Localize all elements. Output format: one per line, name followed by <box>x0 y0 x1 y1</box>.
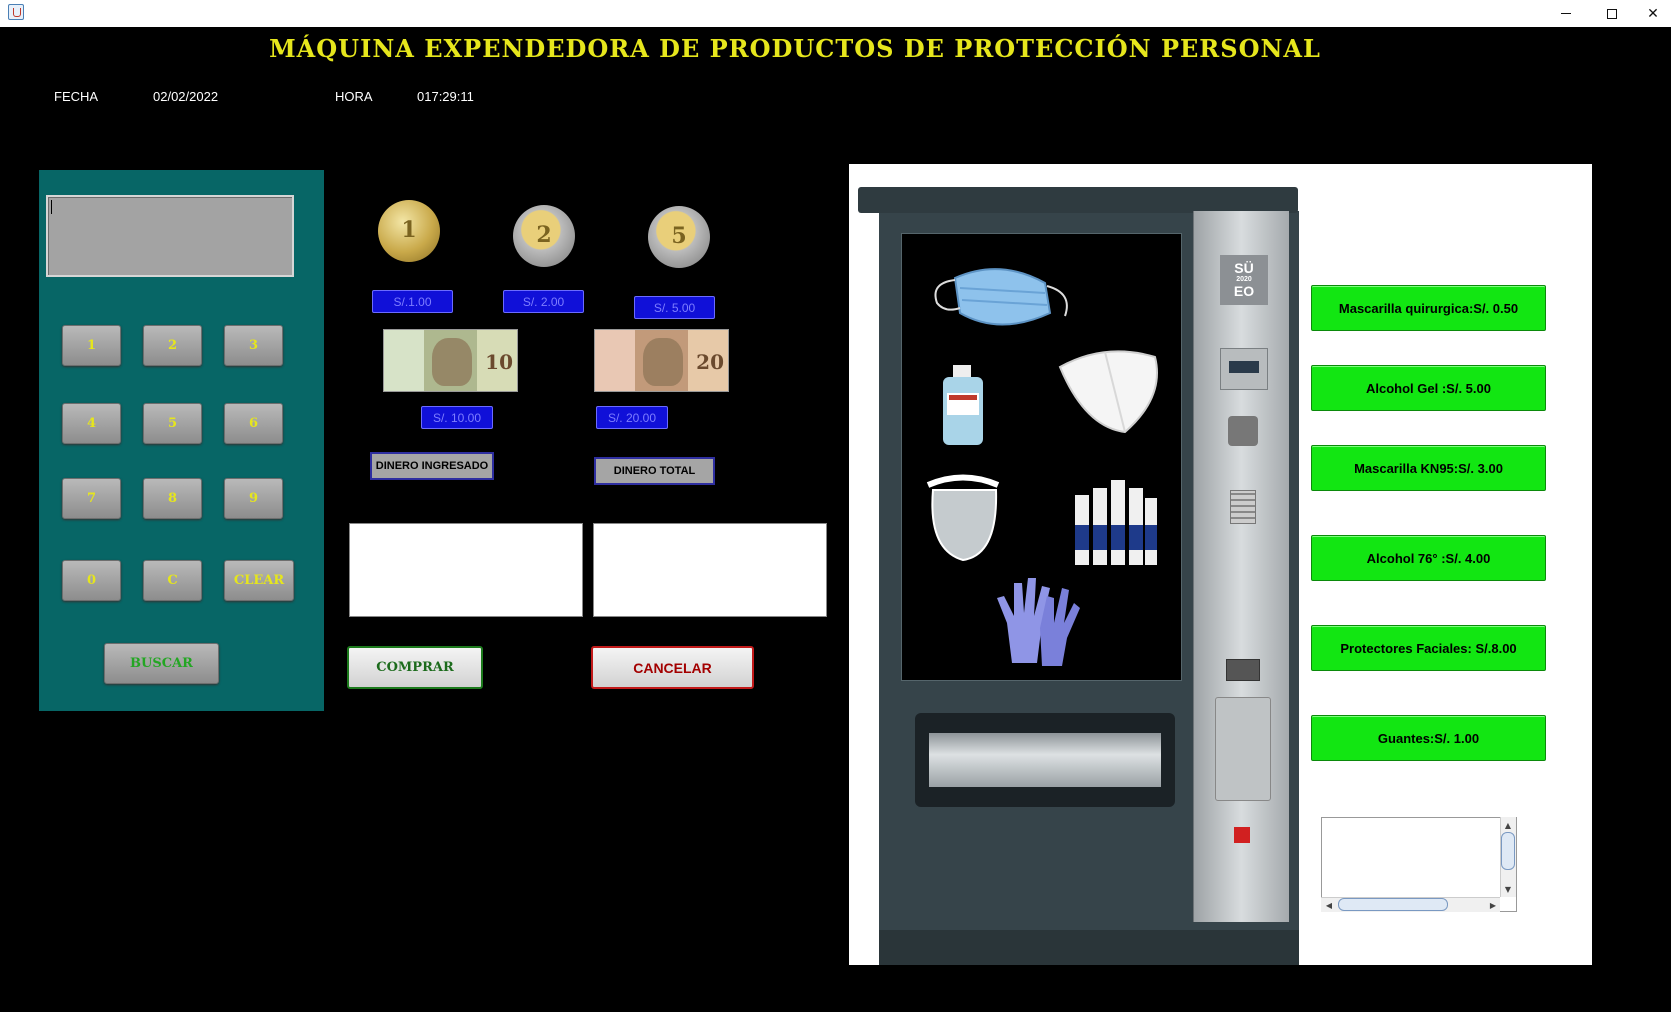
money-total-field[interactable] <box>593 523 827 617</box>
logo-text-line1: SÜ <box>1234 259 1254 276</box>
key-8[interactable]: 8 <box>143 478 202 519</box>
money-total-label: DINERO TOTAL <box>594 457 715 485</box>
scroll-up-icon[interactable]: ▲ <box>1501 818 1515 832</box>
close-icon: ✕ <box>1647 5 1659 22</box>
page-title: MÁQUINA EXPENDEDORA DE PRODUCTOS DE PROT… <box>269 34 1321 63</box>
java-app-icon <box>8 4 24 20</box>
bill-10-soles-icon[interactable]: 10 <box>383 329 518 392</box>
coin-5-soles-icon[interactable]: 5 <box>648 206 710 268</box>
dispense-tray <box>915 713 1175 807</box>
machine-logo-plate: SÜ 2020 EO <box>1220 255 1268 305</box>
horizontal-scroll-thumb[interactable] <box>1338 898 1448 911</box>
alcohol-gel-icon <box>943 365 983 445</box>
time-label: HORA <box>335 89 373 104</box>
bill-20-button[interactable]: S/. 20.00 <box>596 406 668 429</box>
key-4[interactable]: 4 <box>62 403 121 444</box>
coin-2-button[interactable]: S/. 2.00 <box>503 290 584 313</box>
coin-1-sol-icon[interactable]: 1 <box>378 200 440 262</box>
key-clear[interactable]: CLEAR <box>224 560 294 601</box>
product-button-alcohol-gel[interactable]: Alcohol Gel :S/. 5.00 <box>1311 365 1546 411</box>
scroll-right-icon[interactable]: ▶ <box>1486 898 1500 912</box>
minimize-icon <box>1561 13 1571 14</box>
money-inserted-field[interactable] <box>349 523 583 617</box>
key-2[interactable]: 2 <box>143 325 202 366</box>
key-3[interactable]: 3 <box>224 325 283 366</box>
bill-portrait-icon <box>643 338 683 386</box>
vending-machine-control-column <box>1193 211 1289 922</box>
search-button[interactable]: BUSCAR <box>104 643 219 684</box>
window-titlebar <box>0 0 1671 27</box>
bill-portrait-icon <box>432 338 472 386</box>
close-button[interactable]: ✕ <box>1635 0 1671 27</box>
alcohol-spray-bottles-icon <box>1075 480 1157 565</box>
coin-2-soles-icon[interactable]: 2 <box>513 205 575 267</box>
product-button-alcohol-76[interactable]: Alcohol 76° :S/. 4.00 <box>1311 535 1546 581</box>
logo-text-line3: EO <box>1233 282 1255 299</box>
bill-20-soles-icon[interactable]: 20 <box>594 329 729 392</box>
machine-lcd-icon <box>1220 348 1268 390</box>
key-6[interactable]: 6 <box>224 403 283 444</box>
cancel-button[interactable]: CANCELAR <box>591 646 754 689</box>
key-5[interactable]: 5 <box>143 403 202 444</box>
money-inserted-label: DINERO INGRESADO <box>370 452 494 480</box>
refund-door-icon <box>1215 697 1271 801</box>
key-9[interactable]: 9 <box>224 478 283 519</box>
product-button-gloves[interactable]: Guantes:S/. 1.00 <box>1311 715 1546 761</box>
key-0[interactable]: 0 <box>62 560 121 601</box>
surgical-mask-icon <box>934 268 1068 326</box>
date-value: 02/02/2022 <box>153 89 219 104</box>
coin-5-button[interactable]: S/. 5.00 <box>634 296 715 319</box>
product-button-kn95-mask[interactable]: Mascarilla KN95:S/. 3.00 <box>1311 445 1546 491</box>
bill-slot-icon <box>1226 659 1260 681</box>
code-display-field[interactable] <box>46 195 294 277</box>
coin-slot-icon <box>1228 416 1258 446</box>
date-label: FECHA <box>54 89 99 104</box>
minimize-button[interactable] <box>1543 0 1589 27</box>
machine-keypad-icon <box>1230 490 1256 524</box>
key-1[interactable]: 1 <box>62 325 121 366</box>
scroll-left-icon[interactable]: ◀ <box>1322 898 1336 912</box>
brand-badge-icon <box>1234 827 1250 843</box>
key-c[interactable]: C <box>143 560 202 601</box>
time-value: 017:29:11 <box>417 89 474 104</box>
vertical-scroll-thumb[interactable] <box>1501 832 1515 870</box>
vending-machine-base <box>879 930 1299 965</box>
product-button-surgical-mask[interactable]: Mascarilla quirurgica:S/. 0.50 <box>1311 285 1546 331</box>
maximize-icon <box>1607 8 1617 19</box>
gloves-icon <box>997 578 1080 666</box>
scroll-down-icon[interactable]: ▼ <box>1501 882 1515 896</box>
key-7[interactable]: 7 <box>62 478 121 519</box>
coin-1-button[interactable]: S/.1.00 <box>372 290 453 313</box>
bill-10-button[interactable]: S/. 10.00 <box>421 406 493 429</box>
product-button-face-shields[interactable]: Protectores Faciales: S/.8.00 <box>1311 625 1546 671</box>
kn95-mask-icon <box>1058 350 1158 434</box>
vending-machine-roof <box>858 187 1298 213</box>
face-shield-icon <box>926 474 1000 562</box>
maximize-button[interactable] <box>1589 0 1635 27</box>
buy-button[interactable]: COMPRAR <box>347 646 483 689</box>
